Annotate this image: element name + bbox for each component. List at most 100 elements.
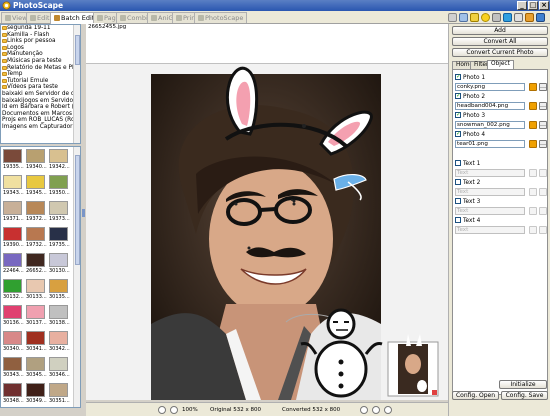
photo-file-field[interactable]: tear01.png [455, 140, 525, 148]
globe-icon[interactable] [503, 13, 512, 22]
text-edit-icon[interactable] [539, 226, 547, 234]
thumbnail[interactable]: 30351... [49, 383, 70, 405]
folder-item[interactable]: Kamilla - Flash [1, 32, 80, 39]
minimize-button[interactable]: _ [517, 1, 527, 10]
rotate-right-icon[interactable] [372, 406, 380, 414]
thumbnail[interactable]: 19373... [49, 201, 70, 223]
thumbnail[interactable]: 30343... [3, 357, 24, 379]
network-folder-item[interactable]: Documentos em Marcos - Dire [1, 111, 80, 118]
thumbnail[interactable]: 30342... [49, 331, 70, 353]
config-save-button[interactable]: Config. Save [501, 391, 548, 400]
folder-item[interactable]: Links por pessoa [1, 38, 80, 45]
checkbox[interactable] [455, 198, 461, 204]
text-edit-icon[interactable] [539, 188, 547, 196]
browse-icon[interactable]: … [539, 102, 547, 110]
checkbox[interactable] [455, 92, 461, 100]
text-field[interactable]: Text [455, 188, 525, 196]
thumbnail-grid[interactable]: 19335... 19340... 19342... 19343... 19345...… [0, 146, 81, 408]
initialize-button[interactable]: Initialize [499, 380, 547, 389]
checkbox[interactable] [455, 217, 461, 223]
zoom-in-icon[interactable] [158, 406, 166, 414]
text-edit-icon[interactable] [539, 207, 547, 215]
folder-icon[interactable] [470, 13, 479, 22]
text-field[interactable]: Text [455, 226, 525, 234]
thumbnail[interactable]: 30132... [3, 279, 24, 301]
checkbox[interactable] [455, 130, 461, 138]
tab-object[interactable]: Object [487, 60, 514, 69]
photo-options-icon[interactable] [529, 121, 537, 129]
thumbnail[interactable]: 30137... [26, 305, 47, 327]
thumbnail[interactable]: 30130... [49, 253, 70, 275]
zoom-out-icon[interactable] [170, 406, 178, 414]
thumbnail[interactable]: 19350... [49, 175, 70, 197]
thumbnail[interactable]: 19343... [3, 175, 24, 197]
photo-options-icon[interactable] [529, 102, 537, 110]
text-checkbox[interactable]: Text 1 [455, 160, 547, 168]
browse-icon[interactable]: … [539, 121, 547, 129]
folder-item[interactable]: segunda 19-11 [1, 25, 80, 32]
thumbnail[interactable]: 19345... [26, 175, 47, 197]
thumbnail[interactable]: 30345... [26, 357, 47, 379]
photo-options-icon[interactable] [529, 83, 537, 91]
text-checkbox[interactable]: Text 2 [455, 179, 547, 187]
file-list-area[interactable] [86, 32, 448, 64]
photo-checkbox[interactable]: Photo 3 [455, 111, 547, 120]
text-options-icon[interactable] [529, 188, 537, 196]
photo-options-icon[interactable] [529, 140, 537, 148]
checkbox[interactable] [455, 179, 461, 185]
network-folder-item[interactable]: Id em Bárbara e Robert (Bob). [1, 104, 80, 111]
help-icon[interactable] [536, 13, 545, 22]
folder-item[interactable]: Manutenção [1, 51, 80, 58]
preview-area[interactable] [86, 64, 448, 400]
photo-file-field[interactable]: conky.png [455, 83, 525, 91]
tab-photoscape[interactable]: PhotoScape [194, 12, 248, 23]
thumbnail[interactable]: 19342... [49, 149, 70, 171]
convert-all-button[interactable]: Convert All [452, 37, 548, 46]
thumbnail[interactable]: 19340... [26, 149, 47, 171]
sun-icon[interactable] [525, 13, 534, 22]
thumbnail[interactable]: 30348... [3, 383, 24, 405]
folder-item[interactable]: Músicas para teste [1, 58, 80, 65]
text-field[interactable]: Text [455, 169, 525, 177]
photo-checkbox[interactable]: Photo 1 [455, 73, 547, 82]
star-icon[interactable] [481, 13, 490, 22]
text-edit-icon[interactable] [539, 169, 547, 177]
thumbnail[interactable]: 19735... [49, 227, 70, 249]
add-button[interactable]: Add [452, 26, 548, 35]
thumbnail-scrollbar[interactable] [73, 147, 80, 407]
thumbnail[interactable]: 19372... [26, 201, 47, 223]
text-options-icon[interactable] [529, 207, 537, 215]
photo-checkbox[interactable]: Photo 2 [455, 92, 547, 101]
browse-icon[interactable]: … [539, 140, 547, 148]
folder-item[interactable]: Logos [1, 45, 80, 52]
photo-file-field[interactable]: headband004.png [455, 102, 525, 110]
thumbnail[interactable]: 22464... [3, 253, 24, 275]
text-options-icon[interactable] [529, 226, 537, 234]
folder-item[interactable]: Vídeos para teste [1, 84, 80, 91]
tree-scrollbar[interactable] [73, 25, 80, 143]
convert-current-photo-button[interactable]: Convert Current Photo [452, 48, 548, 57]
checkbox[interactable] [455, 111, 461, 119]
config-open-button[interactable]: Config. Open [452, 391, 499, 400]
folder-item[interactable]: Relatório de Metas e Plano [1, 65, 80, 72]
monitor-icon[interactable] [459, 13, 468, 22]
flip-icon[interactable] [384, 406, 392, 414]
thumbnail[interactable]: 30340... [3, 331, 24, 353]
thumbnail[interactable]: 30135... [49, 279, 70, 301]
thumbnail[interactable]: 19371... [3, 201, 24, 223]
folder-item[interactable]: Temp [1, 71, 80, 78]
scrollbar-thumb[interactable] [75, 155, 80, 265]
checkbox[interactable] [455, 73, 461, 81]
grid-icon[interactable] [514, 13, 523, 22]
thumbnail[interactable]: 19390... [3, 227, 24, 249]
network-folder-item[interactable]: Imagens em Capturador (Pc-c [1, 124, 80, 131]
text-checkbox[interactable]: Text 3 [455, 198, 547, 206]
photo-file-field[interactable]: snowman_002.png [455, 121, 525, 129]
text-field[interactable]: Text [455, 207, 525, 215]
gear-icon[interactable] [492, 13, 501, 22]
splitter-grip[interactable] [82, 209, 85, 217]
thumbnail[interactable]: 30133... [26, 279, 47, 301]
thumbnail[interactable]: 26652... [26, 253, 47, 275]
rotate-left-icon[interactable] [360, 406, 368, 414]
network-folder-item[interactable]: baixaki em Servidor de compar [1, 91, 80, 98]
